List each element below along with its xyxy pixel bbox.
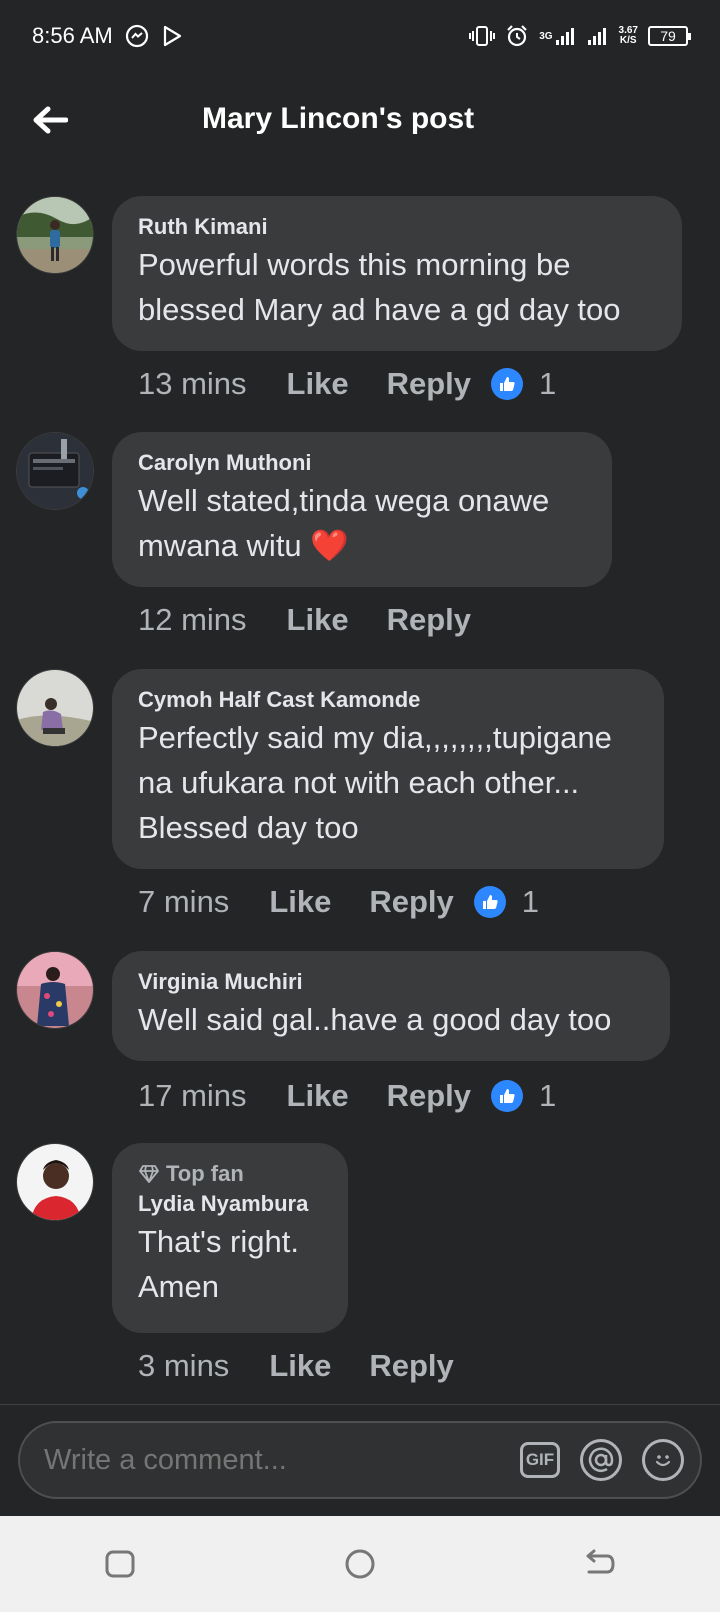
- recents-square-icon: [105, 1550, 135, 1578]
- alarm-icon: [505, 24, 529, 48]
- comment-bubble[interactable]: Virginia Muchiri Well said gal..have a g…: [112, 951, 670, 1061]
- divider: [0, 1404, 720, 1405]
- diamond-icon: [139, 1165, 159, 1183]
- status-time: 8:56 AM: [32, 23, 113, 48]
- reaction-summary[interactable]: 1: [473, 884, 540, 920]
- reply-button[interactable]: Reply: [387, 1078, 471, 1114]
- status-right: 3G 3.67 K/S 79: [469, 24, 691, 48]
- comment-text-line: mwana witu ❤️: [138, 528, 349, 563]
- comment-actions: 17 mins Like Reply 1: [138, 1078, 556, 1114]
- comment-text-line: blessed Mary ad have a gd day too: [138, 292, 621, 327]
- comment-author[interactable]: Carolyn Muthoni: [138, 448, 586, 478]
- comment-bubble[interactable]: Carolyn Muthoni Well stated,tinda wega o…: [112, 432, 612, 587]
- comment-actions: 3 mins Like Reply: [138, 1348, 474, 1384]
- comment-text-line: Powerful words this morning be: [138, 247, 571, 282]
- like-reaction-icon: [473, 886, 506, 918]
- like-button[interactable]: Like: [269, 884, 331, 920]
- at-sign-icon: [588, 1447, 614, 1472]
- reaction-count: 1: [539, 1078, 557, 1113]
- net-speed-unit: K/S: [619, 35, 637, 46]
- reaction-count: 1: [521, 884, 540, 919]
- comment-author[interactable]: Virginia Muchiri: [138, 967, 644, 997]
- messenger-notification-icon: [125, 24, 149, 48]
- net-speed: 3.67 K/S: [619, 26, 638, 46]
- battery-level: 79: [660, 28, 676, 44]
- reply-button[interactable]: Reply: [369, 884, 453, 920]
- comment-actions: 7 mins Like Reply 1: [138, 884, 539, 920]
- reaction-summary[interactable]: 1: [491, 1078, 556, 1114]
- network-type: 3G: [539, 30, 553, 42]
- gif-button[interactable]: GIF: [520, 1442, 560, 1478]
- comment-text-line: Perfectly said my dia,,,,,,,,tupigane: [138, 720, 612, 755]
- comment-text-line: That's right.: [138, 1224, 299, 1259]
- comment-author[interactable]: Lydia Nyambura: [138, 1189, 322, 1219]
- status-bar: 8:56 AM 3G 3.67 K/S 79: [0, 0, 720, 72]
- status-left: 8:56 AM: [32, 23, 183, 49]
- mention-button[interactable]: [580, 1439, 622, 1481]
- emoji-button[interactable]: [642, 1439, 684, 1481]
- composer-icons: GIF: [520, 1439, 684, 1481]
- smiley-icon: [655, 1455, 671, 1467]
- avatar[interactable]: [16, 1143, 94, 1221]
- top-fan-label: Top fan: [166, 1161, 244, 1186]
- avatar[interactable]: [16, 196, 94, 274]
- play-store-notification-icon: [161, 25, 183, 47]
- reaction-count: 1: [539, 366, 557, 401]
- comment-time: 7 mins: [138, 884, 230, 919]
- comment-actions: 13 mins Like Reply 1: [138, 366, 556, 402]
- system-nav-bar: [0, 1516, 720, 1612]
- comment-time: 17 mins: [138, 1078, 247, 1113]
- comment-bubble[interactable]: Cymoh Half Cast Kamonde Perfectly said m…: [112, 669, 664, 869]
- comment-text-line: na ufukara not with each other...: [138, 765, 580, 800]
- gif-label: GIF: [525, 1450, 555, 1469]
- comment-text-line: Blessed day too: [138, 810, 359, 845]
- like-button[interactable]: Like: [287, 366, 349, 402]
- comment-bubble[interactable]: Top fan Lydia Nyambura That's right. Ame…: [112, 1143, 348, 1333]
- like-button[interactable]: Like: [269, 1348, 331, 1384]
- vibrate-icon: [469, 25, 496, 47]
- home-button[interactable]: [330, 1534, 390, 1594]
- comment-time: 3 mins: [138, 1348, 230, 1383]
- comment-author[interactable]: Cymoh Half Cast Kamonde: [138, 685, 638, 715]
- avatar[interactable]: [16, 669, 94, 747]
- home-circle-icon: [345, 1549, 375, 1579]
- like-reaction-icon: [491, 368, 523, 400]
- comment-actions: 12 mins Like Reply: [138, 602, 491, 638]
- like-reaction-icon: [491, 1080, 523, 1112]
- post-header: Mary Lincon's post: [0, 84, 720, 156]
- back-button[interactable]: [28, 98, 72, 142]
- avatar[interactable]: [16, 432, 94, 510]
- reply-button[interactable]: Reply: [387, 366, 471, 402]
- like-button[interactable]: Like: [287, 1078, 349, 1114]
- recents-button[interactable]: [90, 1534, 150, 1594]
- reply-button[interactable]: Reply: [369, 1348, 453, 1384]
- back-nav-icon: [586, 1549, 615, 1574]
- reaction-summary[interactable]: 1: [491, 366, 556, 402]
- like-button[interactable]: Like: [287, 602, 349, 638]
- comment-text-line: Amen: [138, 1269, 219, 1304]
- comment-author[interactable]: Ruth Kimani: [138, 212, 656, 242]
- comment-text-line: Well stated,tinda wega onawe: [138, 483, 550, 518]
- comment-composer[interactable]: GIF: [18, 1421, 702, 1499]
- comment-time: 13 mins: [138, 366, 247, 401]
- page-title: Mary Lincon's post: [202, 102, 475, 135]
- signal-icon: [587, 26, 609, 46]
- battery-icon: 79: [648, 26, 691, 46]
- back-arrow-icon: [33, 106, 68, 134]
- comment-input[interactable]: [42, 1442, 520, 1478]
- avatar[interactable]: [16, 951, 94, 1029]
- back-nav-button[interactable]: [570, 1534, 630, 1594]
- comment-bubble[interactable]: Ruth Kimani Powerful words this morning …: [112, 196, 682, 351]
- comment-text-line: Well said gal..have a good day too: [138, 1002, 612, 1037]
- signal-3g-icon: 3G: [539, 26, 576, 46]
- top-fan-badge: Top fan: [138, 1159, 322, 1189]
- comment-time: 12 mins: [138, 602, 247, 637]
- reply-button[interactable]: Reply: [387, 602, 471, 638]
